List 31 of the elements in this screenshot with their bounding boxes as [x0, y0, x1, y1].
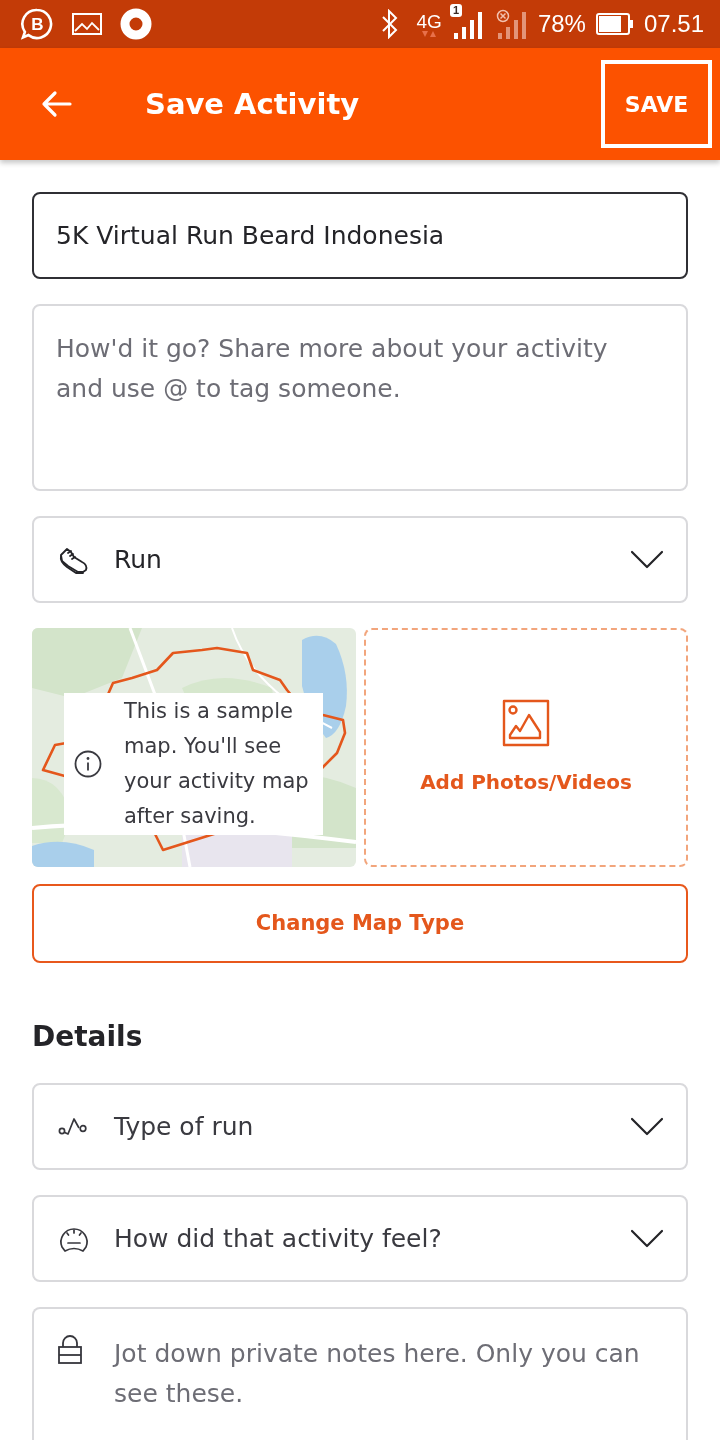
chat-bubble-icon: B [20, 7, 54, 41]
screen-title: Save Activity [145, 86, 360, 122]
change-map-type-button[interactable]: Change Map Type [32, 884, 688, 963]
image-icon [72, 13, 102, 35]
back-arrow-icon [40, 88, 72, 120]
network-type: 4G [416, 11, 442, 31]
chevron-down-icon [630, 549, 664, 570]
section-heading: Details [32, 1019, 144, 1055]
notice-text: This is a sample map. You'll see your activity map after saving. [124, 698, 310, 830]
add-media-button[interactable]: Add Photos/Videos [364, 628, 688, 867]
info-icon [74, 750, 102, 778]
private-notes-field[interactable]: Jot down private notes here. Only you can see these. [32, 1307, 688, 1440]
chevron-down-icon [630, 1116, 664, 1137]
chevron-down-icon [630, 1228, 664, 1249]
dropdown-select[interactable]: Type of run [32, 1083, 688, 1170]
dropdown-select[interactable]: How did that activity feel? [32, 1195, 688, 1282]
data-arrows-icon [422, 30, 437, 37]
battery-percent: 78% [537, 12, 586, 36]
image-icon [502, 698, 550, 747]
ring-icon [120, 8, 152, 40]
sim-badge: 1 [449, 4, 462, 17]
clock-time: 07.51 [643, 12, 704, 36]
bluetooth-icon [380, 9, 399, 39]
description-field[interactable]: How'd it go? Share more about your activity and use @ to tag someone. [32, 304, 688, 491]
lock-icon [56, 1333, 84, 1365]
title-field[interactable]: 5K Virtual Run Beard Indonesia [32, 192, 688, 279]
route-points-icon [58, 1116, 90, 1137]
battery-icon [595, 13, 634, 35]
no-signal-icon [495, 9, 528, 39]
sport-type-select[interactable]: Run [32, 516, 688, 603]
back-button[interactable] [40, 88, 72, 120]
